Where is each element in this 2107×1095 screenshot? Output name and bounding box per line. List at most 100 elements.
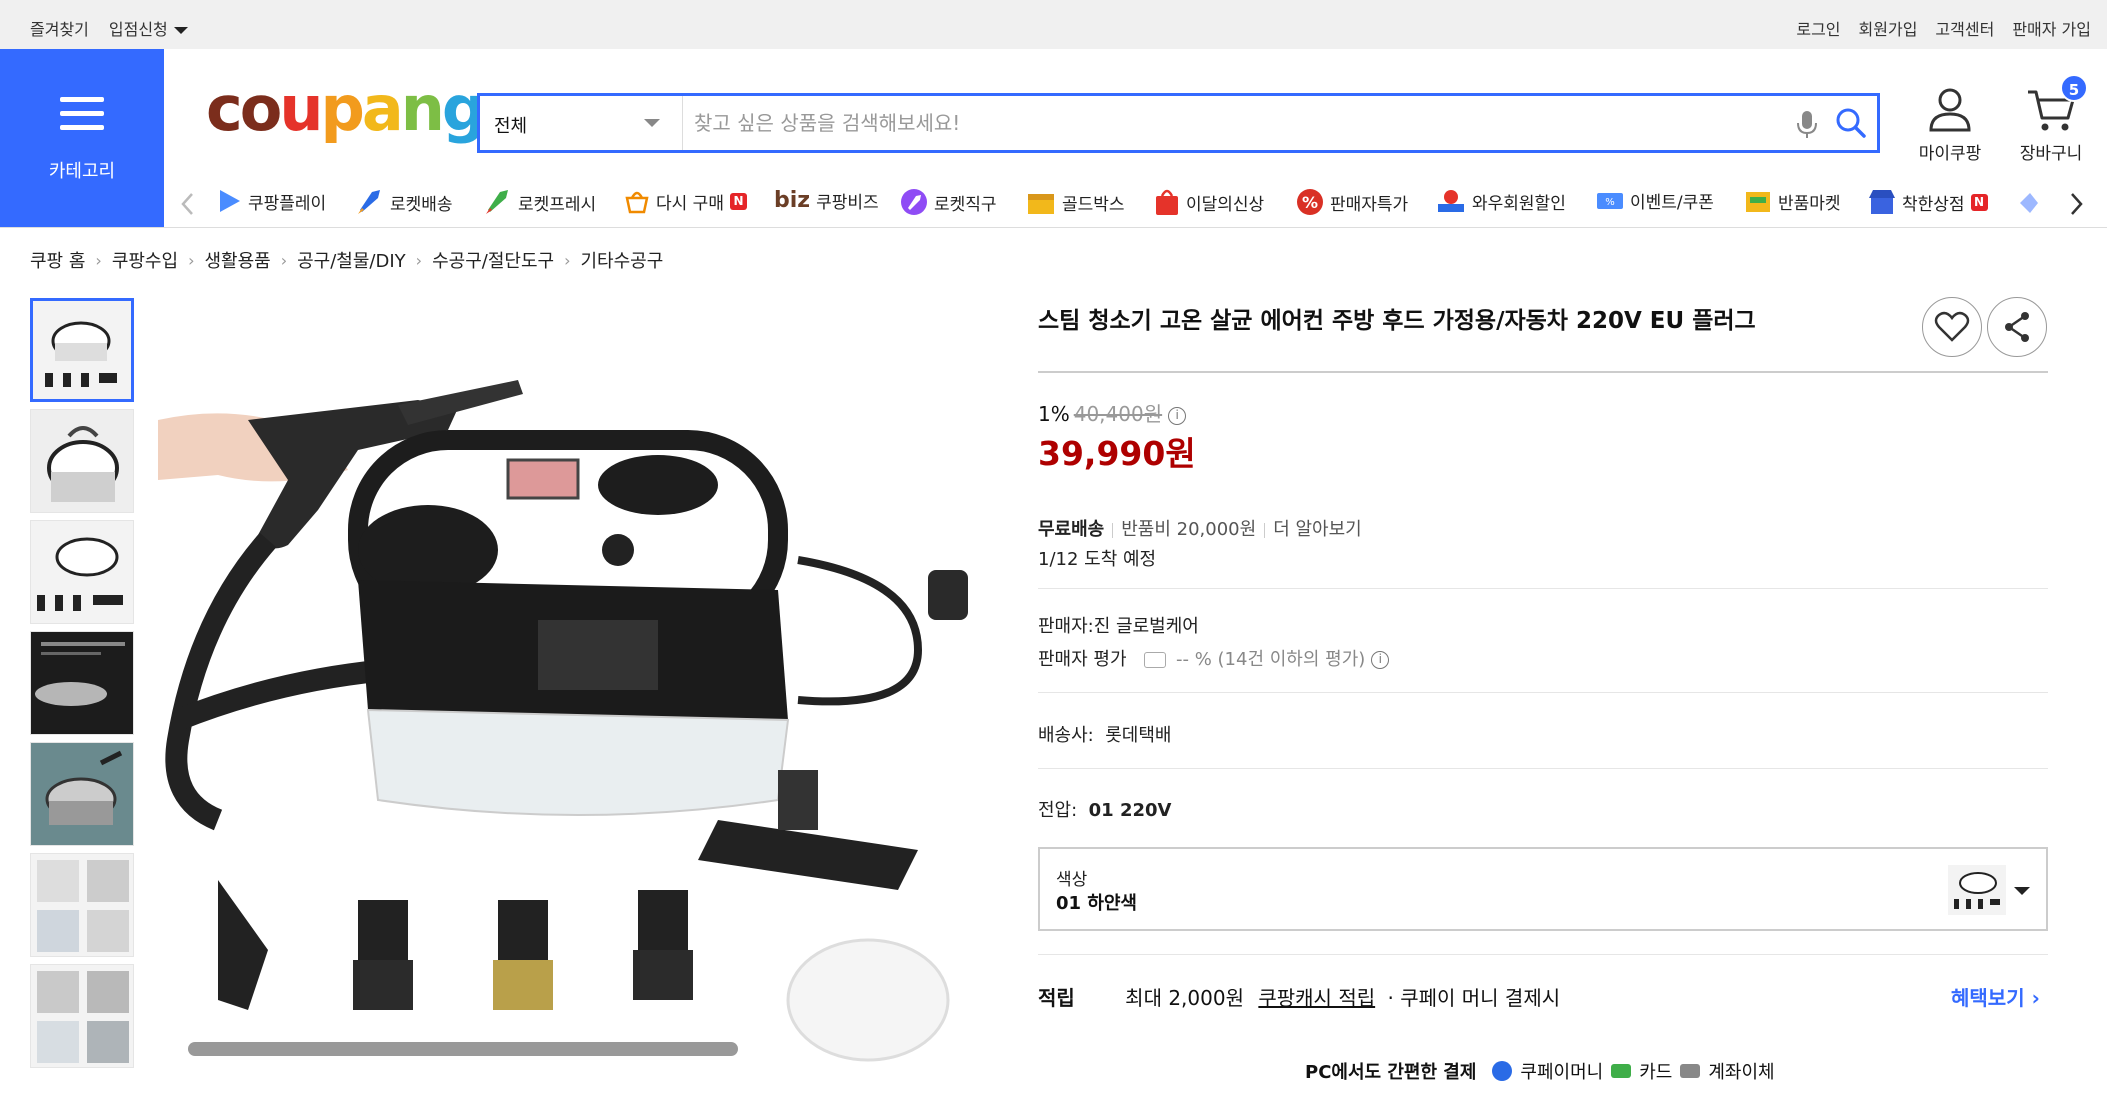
breadcrumb-item[interactable]: 수공구/절단도구 [432, 247, 554, 273]
microphone-icon[interactable] [1796, 110, 1818, 140]
nav-label: 다시 구매 [656, 193, 724, 214]
chevron-down-icon [2014, 887, 2030, 895]
learn-more-link[interactable]: 더 알아보기 [1273, 519, 1362, 540]
breadcrumb-item[interactable]: 쿠팡 홈 [30, 247, 85, 273]
thumbnail-image[interactable] [30, 853, 134, 957]
nav-item-monthly-new[interactable]: 이달의신상 [1154, 188, 1264, 216]
rocket-fresh-icon [486, 190, 508, 214]
chevron-right-icon: › [188, 250, 195, 270]
mypage-label: 마이쿠팡 [1918, 144, 1982, 164]
carrier-row: 배송사: 롯데택배 [1038, 721, 1171, 747]
breadcrumb-item[interactable]: 공구/철물/DIY [297, 247, 406, 273]
chevron-down-icon [173, 27, 188, 34]
points-suffix: · 쿠페이 머니 결제시 [1387, 986, 1561, 1010]
nav-item-return-market[interactable]: 반품마켓 [1744, 188, 1841, 214]
nav-item-seller-deals[interactable]: % 판매자특가 [1296, 188, 1408, 216]
heart-icon [1934, 311, 1970, 342]
chevron-right-icon: › [2031, 986, 2040, 1010]
thumbnail-image[interactable] [30, 520, 134, 624]
nav-item-rocket-delivery[interactable]: 로켓배송 [354, 188, 453, 216]
thumbnail-image[interactable] [30, 631, 134, 735]
seller-rating-value: -- % (14건 이하의 평가) [1176, 649, 1366, 670]
nav-item-goldbox[interactable]: 골드박스 [1026, 188, 1125, 216]
voltage-row: 전압: 01 220V [1038, 796, 1171, 822]
info-icon[interactable]: i [1168, 406, 1187, 425]
nav-item-wow-discount[interactable]: 와우회원할인 [1436, 188, 1566, 214]
info-icon[interactable]: i [1371, 651, 1390, 669]
coupang-cash-link[interactable]: 쿠팡캐시 적립 [1258, 986, 1375, 1010]
share-icon [2005, 312, 2029, 342]
color-value: 01 하얀색 [1056, 893, 1137, 914]
search-bar: 전체 [477, 93, 1880, 153]
main-product-image [158, 380, 968, 1062]
login-link[interactable]: 로그인 [1796, 16, 1840, 40]
thumbnail-image[interactable] [30, 298, 134, 402]
search-input[interactable] [694, 104, 1754, 142]
chevron-right-icon: › [280, 250, 288, 270]
benefit-label: 혜택보기 [1951, 986, 2025, 1010]
seller-name[interactable]: 판매자:진 글로벌케어 [1038, 612, 1199, 638]
nav-item-event-coupon[interactable]: % 이벤트/쿠폰 [1596, 188, 1714, 213]
nav-item-rocket-fresh[interactable]: 로켓프레시 [482, 188, 596, 216]
nav-label: 골드박스 [1062, 194, 1125, 215]
search-category-value: 전체 [494, 116, 528, 137]
payment-method: 쿠페이머니 [1520, 1062, 1604, 1083]
points-amount: 최대 2,000원 [1125, 986, 1244, 1010]
breadcrumb-item[interactable]: 기타수공구 [580, 247, 663, 273]
carrier-label: 배송사: [1038, 725, 1094, 746]
nav-item-rebuy[interactable]: 다시 구매 N [624, 188, 747, 214]
nav-item-coupang-biz[interactable]: biz 쿠팡비즈 [774, 188, 879, 213]
thumbnail-list [30, 298, 135, 1075]
wow-icon [1438, 190, 1464, 212]
nav-label: 반품마켓 [1778, 193, 1841, 214]
original-price: 40,400원 [1073, 402, 1163, 426]
seller-rating-label: 판매자 평가 [1038, 649, 1127, 670]
color-select[interactable]: 색상 01 하얀색 [1038, 847, 2048, 931]
bookmark-link[interactable]: 즐겨찾기 [30, 16, 89, 40]
seller-apply-dropdown[interactable]: 입점신청 [109, 16, 188, 40]
voltage-value[interactable]: 01 220V [1089, 800, 1172, 821]
nav-item-good-store[interactable]: 착한상점 N [1868, 188, 1988, 216]
chevron-right-icon: › [95, 250, 102, 270]
search-icon[interactable] [1834, 106, 1868, 140]
carrier-value: 롯데택배 [1105, 725, 1172, 746]
signup-link[interactable]: 회원가입 [1859, 16, 1918, 40]
thumbnail-image[interactable] [30, 964, 134, 1068]
divider [1038, 954, 2048, 955]
product-title: 스팀 청소기 고온 살균 에어컨 주방 후드 가정용/자동차 220V EU 플… [1038, 308, 1756, 334]
payment-method: 계좌이체 [1708, 1062, 1775, 1083]
points-label: 적립 [1038, 986, 1075, 1010]
color-label: 색상 [1056, 870, 1088, 890]
search-category-select[interactable]: 전체 [480, 96, 683, 150]
partial-nav-icon [2020, 193, 2038, 213]
thumbnail-image[interactable] [30, 409, 134, 513]
return-fee: 반품비 20,000원 [1121, 519, 1257, 540]
nav-label: 로켓배송 [390, 194, 453, 215]
category-label: 카테고리 [48, 161, 116, 182]
customer-center-link[interactable]: 고객센터 [1935, 16, 1994, 40]
nav-divider [0, 227, 2107, 228]
wishlist-button[interactable] [1922, 297, 1982, 357]
top-utility-bar: 즐겨찾기 입점신청 로그인 회원가입 고객센터 판매자 가입 [0, 0, 2107, 49]
chevron-right-icon[interactable] [2070, 192, 2084, 216]
share-button[interactable] [1987, 297, 2047, 357]
breadcrumb-item[interactable]: 생활용품 [204, 247, 270, 273]
nav-item-coupang-play[interactable]: 쿠팡플레이 [216, 188, 326, 214]
category-menu-button[interactable]: 카테고리 [0, 49, 164, 227]
divider [1038, 371, 2048, 373]
discount-row: 1% 40,400원 i [1038, 398, 1187, 427]
chevron-right-icon: › [564, 250, 571, 270]
nav-item-rocket-global[interactable]: 로켓직구 [900, 188, 997, 216]
divider [1038, 588, 2048, 589]
breadcrumb-item[interactable]: 쿠팡수입 [112, 247, 178, 273]
mypage-button[interactable]: 마이쿠팡 [1910, 86, 1990, 164]
benefit-link[interactable]: 혜택보기 › [1951, 982, 2040, 1011]
discount-rate: 1% [1038, 402, 1070, 426]
store-icon [1869, 190, 1895, 214]
coupang-logo[interactable]: coupang [206, 78, 486, 140]
chevron-left-icon[interactable] [180, 192, 194, 216]
thumbnail-image[interactable] [30, 742, 134, 846]
seller-signup-link[interactable]: 판매자 가입 [2012, 16, 2091, 40]
coupon-icon: % [1597, 192, 1623, 209]
rocket-global-icon [901, 189, 927, 215]
